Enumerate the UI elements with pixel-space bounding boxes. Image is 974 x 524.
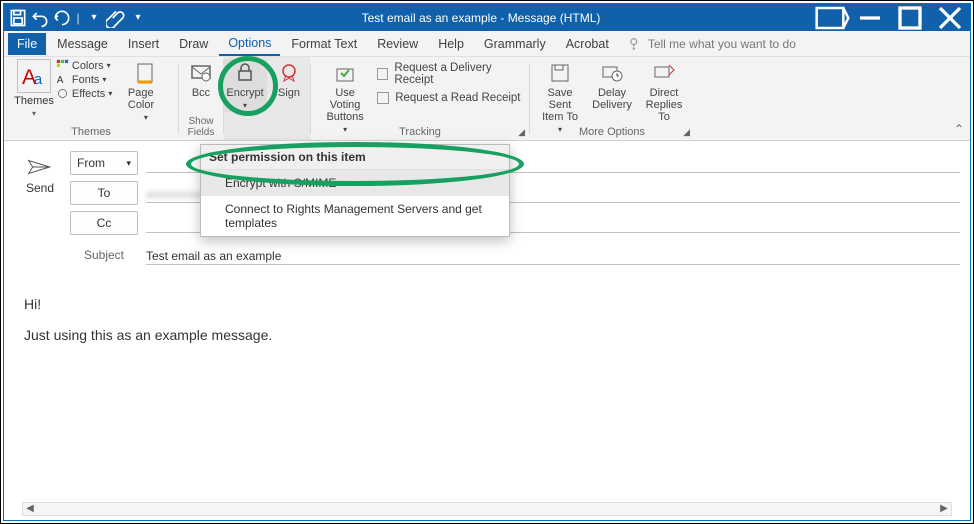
tab-review[interactable]: Review — [368, 33, 427, 55]
from-label: From — [77, 156, 105, 170]
attachment-icon[interactable] — [106, 8, 126, 28]
redo-icon[interactable] — [52, 8, 72, 28]
body-line: Just using this as an example message. — [24, 320, 950, 351]
colors-label: Colors — [72, 60, 104, 72]
subject-field[interactable]: Test email as an example — [146, 245, 960, 265]
send-label: Send — [26, 181, 54, 195]
window-title: Test email as an example - Message (HTML… — [152, 11, 810, 25]
save-icon[interactable] — [8, 8, 28, 28]
cc-button[interactable]: Cc — [70, 211, 138, 235]
qat-customize-icon[interactable]: ▾ — [128, 8, 148, 28]
encrypt-button[interactable]: Encrypt ▾ — [223, 59, 267, 112]
send-button[interactable]: Send — [20, 151, 60, 195]
group-showfields-label: Show Fields — [179, 116, 223, 138]
tab-format-text[interactable]: Format Text — [282, 33, 366, 55]
page-color-button[interactable]: Page Color ▾ — [124, 59, 168, 124]
chevron-down-icon[interactable]: ▾ — [84, 8, 104, 28]
tab-message[interactable]: Message — [48, 33, 117, 55]
tab-draw[interactable]: Draw — [170, 33, 217, 55]
subject-label: Subject — [70, 248, 138, 262]
tab-grammarly[interactable]: Grammarly — [475, 33, 555, 55]
maximize-button[interactable] — [890, 4, 930, 31]
ribbon: Aa Themes ▾ Colors▾ AFonts▾ Effects▾ Pag… — [4, 57, 970, 141]
save-sent-button[interactable]: Save Sent Item To ▾ — [533, 59, 587, 136]
encrypt-smime-option[interactable]: Encrypt with S/MIME — [201, 170, 509, 196]
effects-label: Effects — [72, 88, 105, 100]
sign-label: Sign — [278, 87, 300, 99]
chevron-down-icon: ▾ — [126, 158, 131, 169]
tab-file[interactable]: File — [8, 33, 46, 55]
group-tracking-label: Tracking — [311, 126, 529, 138]
read-label: Request a Read Receipt — [395, 92, 520, 104]
connect-rms-option[interactable]: Connect to Rights Management Servers and… — [201, 196, 509, 236]
delay-label: Delay Delivery — [591, 87, 633, 111]
direct-label: Direct Replies To — [641, 87, 687, 123]
direct-replies-button[interactable]: Direct Replies To — [637, 59, 691, 136]
dialog-launcher-icon[interactable]: ◢ — [518, 127, 525, 138]
body-line: Hi! — [24, 289, 950, 320]
dialog-launcher-icon[interactable]: ◢ — [683, 127, 690, 138]
ribbon-display-icon[interactable] — [810, 4, 850, 31]
tab-insert[interactable]: Insert — [119, 33, 168, 55]
bcc-button[interactable]: Bcc — [179, 59, 223, 101]
tell-me-label: Tell me what you want to do — [648, 37, 796, 51]
horizontal-scrollbar[interactable]: ◀ ▶ — [22, 502, 952, 516]
connect-rms-label: Connect to Rights Management Servers and… — [225, 202, 482, 230]
delay-delivery-button[interactable]: Delay Delivery — [587, 59, 637, 136]
to-button[interactable]: To — [70, 181, 138, 205]
fonts-button[interactable]: AFonts▾ — [56, 73, 122, 86]
delivery-label: Request a Delivery Receipt — [394, 62, 523, 86]
svg-text:A: A — [57, 75, 64, 86]
request-delivery-checkbox[interactable]: Request a Delivery Receipt — [377, 65, 523, 83]
qat-sep-icon: | — [74, 8, 82, 28]
tab-acrobat[interactable]: Acrobat — [557, 33, 618, 55]
tell-me-input[interactable]: Tell me what you want to do — [628, 37, 796, 51]
group-themes-label: Themes — [4, 126, 178, 138]
themes-button[interactable]: Aa — [17, 59, 51, 93]
tab-options[interactable]: Options — [219, 32, 280, 56]
chevron-down-icon[interactable]: ▾ — [32, 109, 36, 118]
sign-button[interactable]: Sign — [267, 59, 311, 112]
savesent-label: Save Sent Item To — [537, 87, 583, 123]
title-bar: | ▾ ▾ Test email as an example - Message… — [4, 4, 970, 31]
minimize-button[interactable] — [850, 4, 890, 31]
bcc-label: Bcc — [192, 87, 210, 99]
scroll-right-icon[interactable]: ▶ — [937, 503, 951, 515]
tab-help[interactable]: Help — [429, 33, 473, 55]
group-more-label: More Options — [530, 126, 694, 138]
request-read-checkbox[interactable]: Request a Read Receipt — [377, 89, 523, 107]
scroll-left-icon[interactable]: ◀ — [23, 503, 37, 515]
encrypt-label: Encrypt — [226, 87, 263, 99]
page-color-label: Page Color — [128, 87, 164, 111]
message-body[interactable]: Hi! Just using this as an example messag… — [14, 265, 960, 375]
svg-text:a: a — [34, 72, 43, 88]
fonts-label: Fonts — [72, 74, 100, 86]
colors-button[interactable]: Colors▾ — [56, 59, 122, 72]
encrypt-dropdown: Set permission on this item Encrypt with… — [200, 144, 510, 237]
voting-button[interactable]: Use Voting Buttons ▾ — [317, 59, 373, 136]
encrypt-smime-label: Encrypt with S/MIME — [225, 176, 336, 190]
voting-label: Use Voting Buttons — [321, 87, 369, 123]
dropdown-header: Set permission on this item — [201, 145, 509, 170]
effects-button[interactable]: Effects▾ — [56, 87, 122, 100]
collapse-ribbon-icon[interactable]: ⌃ — [954, 122, 964, 136]
undo-icon[interactable] — [30, 8, 50, 28]
from-button[interactable]: From ▾ — [70, 151, 138, 175]
themes-label: Themes — [14, 95, 54, 107]
close-button[interactable] — [930, 4, 970, 31]
